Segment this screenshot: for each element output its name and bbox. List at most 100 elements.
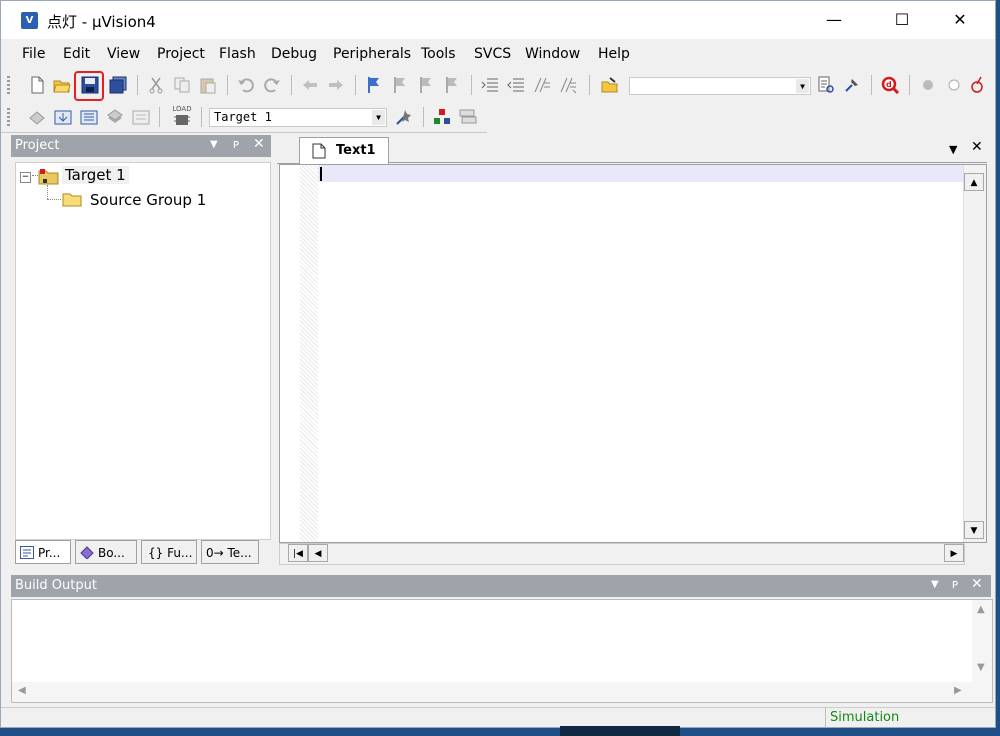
- editor-panel: Text1 ▼ ✕ ▲ ▼ |◀ ◀ ▶: [277, 135, 989, 569]
- scroll-down-icon[interactable]: ▼: [964, 521, 984, 539]
- minimize-button[interactable]: —: [811, 1, 857, 39]
- scroll-left-edge-icon[interactable]: |◀: [288, 544, 308, 562]
- build-output-panel: Build Output ▼ ᴘ ✕ ▲ ▼ ◀ ▶: [11, 575, 995, 705]
- status-simulation: Simulation: [830, 710, 900, 725]
- file-toolbar: ▼ d: [1, 69, 995, 100]
- build-horizontal-scrollbar[interactable]: ◀ ▶: [12, 682, 992, 702]
- current-line-highlight: [318, 165, 963, 182]
- panel-menu-icon[interactable]: ▼: [931, 579, 939, 590]
- open-folder-icon[interactable]: [53, 76, 71, 94]
- status-divider: [825, 708, 826, 727]
- menu-debug[interactable]: Debug: [271, 46, 317, 62]
- tab-text1[interactable]: Text1: [299, 137, 389, 164]
- breakpoint-disabled-icon[interactable]: [945, 76, 963, 94]
- toolbar-grip[interactable]: [7, 76, 10, 94]
- tab-books[interactable]: Bo...: [75, 540, 137, 564]
- code-editor[interactable]: ▲ ▼: [279, 164, 987, 543]
- panel-menu-icon[interactable]: ▼: [210, 139, 218, 150]
- batch-build-icon[interactable]: [106, 108, 124, 126]
- nav-forward-icon[interactable]: [327, 76, 345, 94]
- panel-close-icon[interactable]: ✕: [253, 136, 265, 152]
- comment-icon[interactable]: [533, 76, 551, 94]
- toolbar-separator: [291, 75, 292, 95]
- unindent-icon[interactable]: [507, 76, 525, 94]
- menu-tools[interactable]: Tools: [421, 46, 456, 62]
- find-icon[interactable]: [817, 76, 835, 94]
- next-bookmark-icon[interactable]: [417, 76, 435, 94]
- tab-functions-label: {} Fu...: [148, 546, 193, 560]
- collapse-toggle-icon[interactable]: −: [20, 172, 31, 183]
- menu-file[interactable]: File: [22, 46, 45, 62]
- menu-view[interactable]: View: [107, 46, 140, 62]
- taskbar-fragment: [560, 726, 680, 736]
- uncomment-icon[interactable]: [559, 76, 577, 94]
- toolbar-separator: [423, 107, 424, 127]
- tab-templates[interactable]: 0→ Te...: [201, 540, 259, 564]
- translate-icon[interactable]: [28, 108, 46, 126]
- select-packs-icon[interactable]: [459, 108, 477, 126]
- download-icon[interactable]: LOAD: [169, 105, 195, 129]
- manage-components-icon[interactable]: [433, 108, 451, 126]
- target-select[interactable]: Target 1 ▼: [209, 108, 387, 127]
- editor-menu-icon[interactable]: ▼: [949, 143, 957, 156]
- paste-icon[interactable]: [199, 76, 217, 94]
- pin-icon[interactable]: ᴘ: [952, 577, 958, 591]
- chevron-down-icon[interactable]: ▼: [372, 110, 385, 125]
- menu-edit[interactable]: Edit: [63, 46, 90, 62]
- build-output-text[interactable]: ▲ ▼ ◀ ▶: [11, 599, 993, 703]
- scroll-right-icon[interactable]: ▶: [954, 685, 962, 696]
- debug-session-icon[interactable]: d: [881, 76, 899, 94]
- scroll-left-icon[interactable]: ◀: [308, 544, 328, 562]
- target-options-icon[interactable]: [395, 108, 413, 126]
- menu-project[interactable]: Project: [157, 46, 205, 62]
- pin-icon[interactable]: ᴘ: [233, 137, 239, 151]
- menu-svcs[interactable]: SVCS: [474, 46, 511, 62]
- clear-bookmarks-icon[interactable]: [443, 76, 461, 94]
- incremental-find-icon[interactable]: [843, 76, 861, 94]
- tree-item-target[interactable]: Target 1: [62, 166, 129, 184]
- editor-horizontal-scrollbar[interactable]: |◀ ◀ ▶: [279, 543, 965, 565]
- undo-icon[interactable]: [237, 76, 255, 94]
- prev-bookmark-icon[interactable]: [391, 76, 409, 94]
- menu-window[interactable]: Window: [525, 46, 580, 62]
- menu-peripherals[interactable]: Peripherals: [333, 46, 411, 62]
- editor-vertical-scrollbar[interactable]: ▲ ▼: [963, 165, 986, 542]
- scroll-up-icon[interactable]: ▲: [977, 604, 985, 615]
- maximize-button[interactable]: ☐: [879, 1, 925, 39]
- tab-project[interactable]: Pr...: [15, 540, 71, 564]
- build-icon[interactable]: [54, 108, 72, 126]
- indent-icon[interactable]: [481, 76, 499, 94]
- toolbar-grip[interactable]: [7, 108, 10, 126]
- target-folder-icon: [38, 169, 59, 185]
- kill-breakpoints-icon[interactable]: [969, 76, 987, 94]
- chevron-down-icon[interactable]: ▼: [796, 79, 809, 93]
- panel-close-icon[interactable]: ✕: [971, 576, 983, 592]
- scroll-up-icon[interactable]: ▲: [964, 173, 984, 191]
- nav-back-icon[interactable]: [301, 76, 319, 94]
- find-in-files-icon[interactable]: [601, 76, 619, 94]
- build-vertical-scrollbar[interactable]: ▲ ▼: [972, 600, 992, 682]
- scroll-down-icon[interactable]: ▼: [977, 662, 985, 673]
- redo-icon[interactable]: [263, 76, 281, 94]
- breakpoint-icon[interactable]: [919, 76, 937, 94]
- stop-build-icon[interactable]: [132, 108, 150, 126]
- tree-item-source-group[interactable]: Source Group 1: [90, 191, 206, 209]
- load-chip-icon: [174, 115, 190, 125]
- bookmark-icon[interactable]: [365, 76, 383, 94]
- save-all-icon[interactable]: [109, 76, 127, 94]
- cut-icon[interactable]: [147, 76, 165, 94]
- editor-close-icon[interactable]: ✕: [971, 139, 983, 155]
- project-tree: − Target 1 Source Group 1: [15, 162, 271, 540]
- copy-icon[interactable]: [173, 76, 191, 94]
- scroll-left-icon[interactable]: ◀: [18, 685, 26, 696]
- close-button[interactable]: ✕: [937, 1, 983, 39]
- toolbar-separator: [355, 75, 356, 95]
- tab-functions[interactable]: {} Fu...: [141, 540, 197, 564]
- menu-flash[interactable]: Flash: [219, 46, 256, 62]
- menu-help[interactable]: Help: [598, 46, 630, 62]
- new-file-icon[interactable]: [28, 76, 46, 94]
- rebuild-icon[interactable]: [80, 108, 98, 126]
- find-combo[interactable]: ▼: [629, 77, 811, 95]
- scroll-right-icon[interactable]: ▶: [944, 544, 964, 562]
- toolbar-separator: [589, 75, 590, 95]
